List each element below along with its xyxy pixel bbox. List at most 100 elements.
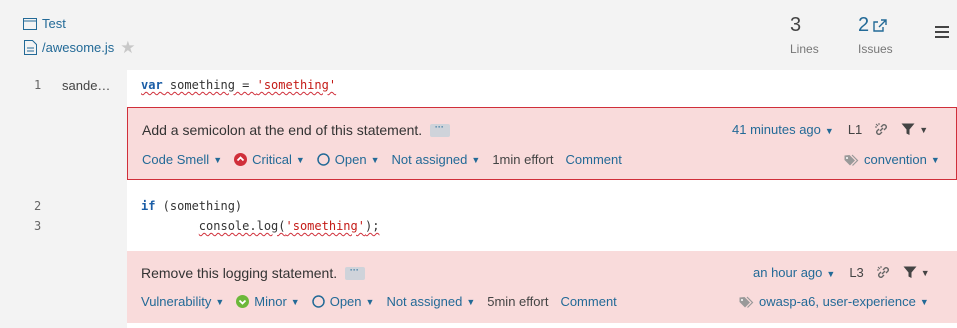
issue-message[interactable]: Add a semicolon at the end of this state… (142, 119, 451, 138)
issue-location: 41 minutes ago ▼ L1 ▼ (732, 122, 928, 137)
code-string: 'something' (285, 219, 365, 233)
issue-message[interactable]: Remove this logging statement. (141, 262, 366, 281)
lines-label: Lines (790, 42, 819, 56)
issue-tags-dropdown[interactable]: convention ▼ (844, 152, 940, 167)
issue-assignee-dropdown[interactable]: Not assigned ▼ (386, 294, 475, 309)
project-name[interactable]: Test (42, 16, 66, 31)
issue-severity-dropdown[interactable]: Minor ▼ (236, 294, 300, 309)
caret-down-icon: ▼ (930, 154, 940, 165)
issue-box[interactable]: Add a semicolon at the end of this state… (127, 107, 957, 180)
filter-dropdown[interactable]: ▼ (901, 123, 928, 136)
open-status-icon (311, 295, 325, 308)
caret-down-icon: ▼ (215, 296, 225, 307)
menu-icon[interactable] (935, 26, 949, 41)
lines-count: 3 (790, 14, 802, 36)
issue-type-dropdown[interactable]: Code Smell ▼ (142, 152, 222, 167)
caret-down-icon: ▼ (920, 267, 930, 278)
issue-assignee[interactable]: Not assigned (386, 294, 462, 309)
source-line: 1 sande… var something = 'something' (0, 78, 957, 98)
issue-tags[interactable]: convention (864, 152, 927, 167)
issue-assignee[interactable]: Not assigned (392, 152, 468, 167)
issue-status[interactable]: Open (335, 152, 367, 167)
issues-count[interactable]: 2 (858, 14, 869, 36)
open-status-icon (317, 153, 330, 166)
issue-age-dropdown[interactable]: an hour ago ▼ (753, 265, 835, 280)
issues-measure[interactable]: 2 Issues (858, 14, 893, 56)
tag-icon (844, 154, 859, 166)
comment-link[interactable]: Comment (566, 152, 622, 167)
caret-down-icon: ▼ (919, 124, 929, 135)
issue-box[interactable]: Remove this logging statement. Vulnerabi… (127, 251, 957, 323)
source-code: var something = 'something' (141, 78, 337, 92)
project-icon (23, 17, 37, 30)
favorite-star-icon[interactable]: ★ (120, 39, 135, 56)
code-keyword: var (141, 78, 163, 92)
issue-age[interactable]: an hour ago (753, 265, 822, 280)
external-link-icon (873, 18, 887, 32)
caret-down-icon: ▼ (824, 126, 834, 136)
issue-status-dropdown[interactable]: Open ▼ (317, 152, 380, 167)
caret-down-icon: ▼ (919, 296, 929, 307)
issue-severity[interactable]: Minor (254, 294, 287, 309)
issues-count-link[interactable]: 2 (858, 14, 893, 36)
line-number[interactable]: 1 (34, 78, 41, 92)
filter-icon (903, 266, 917, 278)
source-code: if (something) (141, 199, 243, 213)
issue-effort: 5min effort (487, 294, 549, 309)
critical-severity-icon (234, 153, 248, 166)
code-statement: console.log('something'); (198, 219, 380, 233)
permalink-icon[interactable] (876, 265, 891, 280)
issue-assignee-dropdown[interactable]: Not assigned ▼ (392, 152, 481, 167)
issue-severity-dropdown[interactable]: Critical ▼ (234, 152, 305, 167)
caret-down-icon: ▼ (365, 296, 375, 307)
minor-severity-icon (236, 295, 250, 308)
issue-tags[interactable]: owasp-a6, user-experience (759, 294, 916, 309)
comment-link[interactable]: Comment (560, 294, 616, 309)
issue-severity[interactable]: Critical (252, 152, 292, 167)
issue-status[interactable]: Open (330, 294, 362, 309)
issue-type[interactable]: Code Smell (142, 152, 209, 167)
file-header: Test /awesome.js ★ 3 Lines 2 Issues (0, 0, 957, 70)
caret-down-icon: ▼ (471, 154, 481, 165)
issue-type-dropdown[interactable]: Vulnerability ▼ (141, 294, 224, 309)
caret-down-icon: ▼ (466, 296, 476, 307)
issue-meta: Vulnerability ▼ Minor ▼ Open ▼ Not assigned… (141, 294, 629, 309)
issue-line-ref: L1 (847, 122, 863, 137)
caret-down-icon: ▼ (290, 296, 300, 307)
issue-type[interactable]: Vulnerability (141, 294, 211, 309)
tag-icon (739, 296, 754, 308)
filter-dropdown[interactable]: ▼ (903, 266, 930, 279)
more-details-button[interactable] (345, 262, 366, 280)
caret-down-icon: ▼ (826, 269, 836, 279)
code-string: 'something' (256, 78, 337, 92)
source-line: 3 console.log('something'); (0, 219, 957, 239)
file-icon (24, 40, 37, 55)
line-number[interactable]: 3 (34, 219, 41, 233)
issues-label: Issues (858, 42, 893, 56)
issue-effort: 1min effort (492, 152, 554, 167)
issue-location: an hour ago ▼ L3 ▼ (753, 265, 930, 280)
issue-tags-dropdown[interactable]: owasp-a6, user-experience ▼ (739, 294, 929, 309)
file-path[interactable]: /awesome.js (42, 40, 114, 55)
permalink-icon[interactable] (874, 122, 889, 137)
issue-message-text[interactable]: Add a semicolon at the end of this state… (142, 122, 422, 138)
issue-status-dropdown[interactable]: Open ▼ (311, 294, 375, 309)
issue-message-text[interactable]: Remove this logging statement. (141, 265, 337, 281)
issue-age[interactable]: 41 minutes ago (732, 122, 821, 137)
more-details-button[interactable] (430, 119, 451, 137)
scm-author[interactable]: sande… (62, 78, 110, 93)
issue-age-dropdown[interactable]: 41 minutes ago ▼ (732, 122, 834, 137)
file-breadcrumb[interactable]: /awesome.js ★ (24, 39, 136, 56)
source-line: 2 if (something) (0, 199, 957, 219)
lines-measure: 3 Lines (790, 14, 819, 56)
code-keyword: if (141, 199, 156, 213)
issue-line-ref: L3 (849, 265, 864, 280)
caret-down-icon: ▼ (370, 154, 380, 165)
issue-meta: Code Smell ▼ Critical ▼ Open ▼ Not assigned… (142, 152, 634, 167)
source-code: console.log('something'); (141, 219, 380, 233)
caret-down-icon: ▼ (295, 154, 305, 165)
filter-icon (901, 123, 915, 135)
project-breadcrumb[interactable]: Test (23, 16, 66, 31)
caret-down-icon: ▼ (213, 154, 223, 165)
line-number[interactable]: 2 (34, 199, 41, 213)
